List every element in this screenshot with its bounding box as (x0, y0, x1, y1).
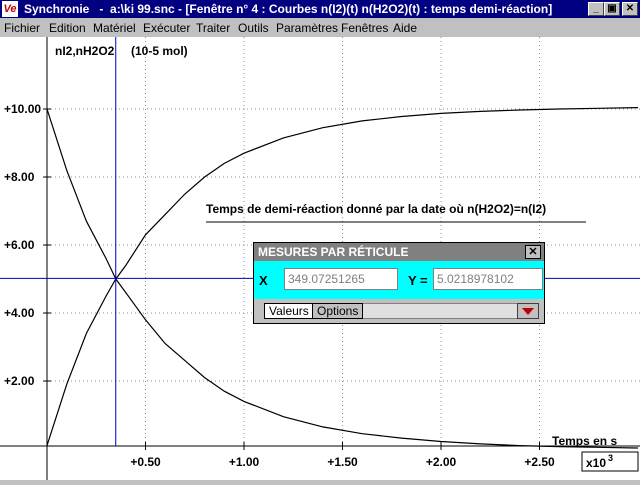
tab-strip-bg (358, 303, 518, 319)
x-axis-label: Temps en s (552, 434, 617, 448)
minimize-button[interactable]: _ (588, 2, 604, 16)
x-tick-label: +1.00 (229, 455, 260, 469)
tabs-dropdown-button[interactable] (517, 303, 539, 319)
y-tick-label: +4.00 (4, 306, 35, 320)
x-multiplier-box: x10 3 (581, 451, 639, 472)
x-tick-label: +2.00 (426, 455, 457, 469)
tab-options[interactable]: Options (312, 303, 364, 319)
menu-bar: Fichier Edition Matériel Exécuter Traite… (0, 18, 640, 37)
x-multiplier: x10 (586, 456, 606, 470)
y-tick-label: +8.00 (4, 170, 35, 184)
x-value-field[interactable]: 349.07251265 (284, 268, 398, 290)
y-label: Y = (408, 273, 428, 288)
measures-title-bar[interactable]: MESURES PAR RÉTICULE ✕ (254, 243, 544, 261)
y-tick-label: +2.00 (4, 374, 35, 388)
restore-button[interactable]: ▣ (604, 2, 620, 16)
menu-traiter[interactable]: Traiter (196, 21, 230, 35)
tab-valeurs[interactable]: Valeurs (264, 303, 314, 319)
window-title: Synchronie - a:\ki 99.snc - [Fenêtre n° … (24, 2, 553, 16)
y-value-field[interactable]: 5.0218978102 (433, 268, 543, 290)
menu-executer[interactable]: Exécuter (143, 21, 190, 35)
x-tick-label: +1.50 (327, 455, 358, 469)
app-icon: Ve (2, 1, 18, 17)
x-label: X (259, 273, 268, 288)
measures-close-button[interactable]: ✕ (525, 245, 541, 259)
annotation-text: Temps de demi-réaction donné par la date… (206, 202, 546, 216)
x-tick-label: +2.50 (524, 455, 555, 469)
y-tick-label: +10.00 (4, 102, 41, 116)
menu-aide[interactable]: Aide (393, 21, 417, 35)
measures-tabs: Valeurs Options (254, 299, 544, 323)
menu-outils[interactable]: Outils (238, 21, 269, 35)
menu-fenetres[interactable]: Fenêtres (341, 21, 388, 35)
dropdown-arrow-icon (522, 308, 534, 315)
y-axis-unit: (10-5 mol) (131, 44, 188, 58)
close-button[interactable]: ✕ (622, 2, 638, 16)
x-tick-label: +0.50 (130, 455, 161, 469)
menu-fichier[interactable]: Fichier (4, 21, 40, 35)
menu-edition[interactable]: Edition (49, 21, 86, 35)
menu-parametres[interactable]: Paramètres (276, 21, 338, 35)
x-multiplier-exp: 3 (608, 453, 613, 463)
menu-materiel[interactable]: Matériel (93, 21, 136, 35)
measures-body: X 349.07251265 Y = 5.0218978102 (254, 261, 544, 299)
measures-title: MESURES PAR RÉTICULE (258, 245, 409, 259)
measures-panel: MESURES PAR RÉTICULE ✕ X 349.07251265 Y … (253, 242, 545, 324)
y-axis-label: nI2,nH2O2 (55, 44, 115, 58)
y-tick-label: +6.00 (4, 238, 35, 252)
title-bar: Ve Synchronie - a:\ki 99.snc - [Fenêtre … (0, 0, 640, 18)
